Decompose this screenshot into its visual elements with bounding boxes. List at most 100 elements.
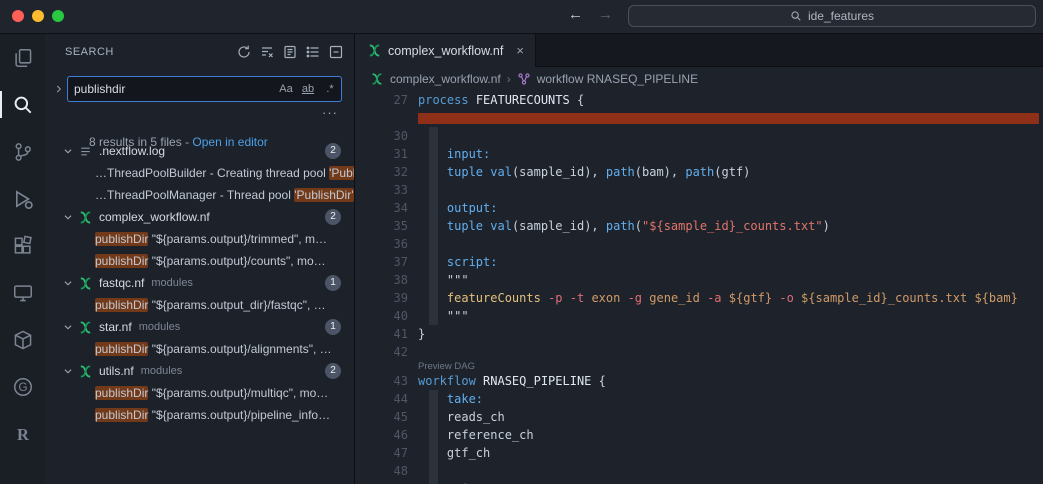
line-number: 45 xyxy=(356,408,408,426)
search-result-file-row[interactable]: fastqc.nfmodules1 xyxy=(45,272,354,294)
line-number: 48 xyxy=(356,462,408,480)
activity-r-tools-icon[interactable]: R xyxy=(0,410,45,457)
code-line: 43workflow RNASEQ_PIPELINE { xyxy=(356,372,1043,390)
clear-search-results-icon[interactable] xyxy=(259,44,275,60)
collapse-all-icon[interactable] xyxy=(328,44,344,60)
file-name: .nextflow.log xyxy=(99,144,165,158)
match-count-badge: 1 xyxy=(325,275,341,291)
minimize-window-button[interactable] xyxy=(32,10,44,22)
tab-label: complex_workflow.nf xyxy=(388,44,503,58)
match-highlight: publishDir xyxy=(95,232,148,246)
toggle-replace-icon[interactable] xyxy=(52,82,66,96)
chevron-down-icon[interactable] xyxy=(61,276,75,290)
activity-run-debug-icon[interactable] xyxy=(0,175,45,222)
sidebar-title: SEARCH xyxy=(65,46,114,58)
regex-toggle[interactable]: .* xyxy=(323,83,337,95)
nextflow-icon xyxy=(78,364,93,379)
search-input-box: Aa ab .* xyxy=(67,76,342,102)
activity-search-icon[interactable] xyxy=(0,81,45,128)
command-center-search[interactable]: ide_features xyxy=(628,5,1036,27)
search-match-row[interactable]: publishDir "${params.output}/multiqc", m… xyxy=(45,382,354,404)
view-as-list-icon[interactable] xyxy=(305,44,321,60)
search-result-file-row[interactable]: complex_workflow.nf2 xyxy=(45,206,354,228)
match-highlight: 'PublishDir' xyxy=(329,166,354,180)
code-line: 42 xyxy=(356,343,1043,361)
chevron-down-icon[interactable] xyxy=(61,320,75,334)
open-new-search-editor-icon[interactable] xyxy=(282,44,298,60)
activity-source-control-icon[interactable] xyxy=(0,128,45,175)
code-line: 31 input: xyxy=(356,145,1043,163)
indent-guide xyxy=(429,199,438,217)
code-line: 49 main: xyxy=(356,480,1043,484)
search-details-toggle[interactable]: ··· xyxy=(322,105,338,120)
code-line: 38 """ xyxy=(356,271,1043,289)
line-number: 37 xyxy=(356,253,408,271)
navigate-forward-icon[interactable]: → xyxy=(598,6,613,23)
titlebar: ← → ide_features xyxy=(0,0,1043,34)
activity-explorer-icon[interactable] xyxy=(0,34,45,81)
breadcrumb-separator: › xyxy=(507,72,511,86)
code-line: 39 featureCounts -p -t exon -g gene_id -… xyxy=(356,289,1043,307)
symbol-workflow-icon xyxy=(517,72,531,86)
line-number: 47 xyxy=(356,444,408,462)
navigate-back-icon[interactable]: ← xyxy=(568,6,583,23)
close-tab-icon[interactable]: × xyxy=(516,43,524,58)
chevron-down-icon[interactable] xyxy=(61,210,75,224)
search-match-row[interactable]: publishDir "${params.output}/pipeline_in… xyxy=(45,404,354,426)
breadcrumb-symbol[interactable]: workflow RNASEQ_PIPELINE xyxy=(537,72,698,86)
search-match-row[interactable]: …ThreadPoolBuilder - Creating thread poo… xyxy=(45,162,354,184)
nextflow-icon xyxy=(78,320,93,335)
match-case-toggle[interactable]: Aa xyxy=(279,83,293,95)
chevron-down-icon[interactable] xyxy=(61,144,75,158)
code-line: 27process FEATURECOUNTS { xyxy=(356,91,1043,109)
activity-gitlens-icon[interactable]: G xyxy=(0,363,45,410)
chevron-down-icon[interactable] xyxy=(61,364,75,378)
match-count-badge: 1 xyxy=(325,319,341,335)
search-match-row[interactable]: …ThreadPoolManager - Thread pool 'Publis… xyxy=(45,184,354,206)
match-highlight: publishDir xyxy=(95,298,148,312)
zoom-window-button[interactable] xyxy=(52,10,64,22)
search-input[interactable] xyxy=(68,82,275,96)
tab-complex-workflow[interactable]: complex_workflow.nf × xyxy=(356,34,536,67)
refresh-icon[interactable] xyxy=(236,44,252,60)
match-highlight: 'PublishDir' xyxy=(294,188,353,202)
search-match-row[interactable]: publishDir "${params.output}/trimmed", m… xyxy=(45,228,354,250)
line-number: 30 xyxy=(356,127,408,145)
match-count-badge: 2 xyxy=(325,143,341,159)
whole-word-toggle[interactable]: ab xyxy=(301,83,315,95)
code-line: 40 """ xyxy=(356,307,1043,325)
search-result-file-row[interactable]: .nextflow.log 2 xyxy=(45,140,354,162)
indent-guide xyxy=(429,307,438,325)
breadcrumb-file[interactable]: complex_workflow.nf xyxy=(390,72,501,86)
tab-bar: complex_workflow.nf × xyxy=(356,34,1043,67)
code-line: 46 reference_ch xyxy=(356,426,1043,444)
search-match-row[interactable]: publishDir "${params.output_dir}/fastqc"… xyxy=(45,294,354,316)
line-number: 40 xyxy=(356,307,408,325)
code-line: 30 xyxy=(356,127,1043,145)
search-result-file-row[interactable]: star.nfmodules1 xyxy=(45,316,354,338)
search-match-row[interactable]: publishDir "${params.output}/counts", mo… xyxy=(45,250,354,272)
folded-match-highlight xyxy=(418,113,1039,124)
activity-bar: G R xyxy=(0,34,45,484)
indent-guide xyxy=(429,181,438,199)
code-line: 44 take: xyxy=(356,390,1043,408)
match-highlight: publishDir xyxy=(95,386,148,400)
file-name: utils.nf xyxy=(99,364,134,378)
activity-package-icon[interactable] xyxy=(0,316,45,363)
nextflow-icon xyxy=(78,210,93,225)
nextflow-icon xyxy=(367,43,382,58)
ide-window: ← → ide_features G R SEARCH xyxy=(0,0,1043,484)
codelens-preview-dag[interactable]: Preview DAG xyxy=(356,361,1043,372)
svg-text:R: R xyxy=(17,425,30,444)
line-number: 36 xyxy=(356,235,408,253)
activity-extensions-icon[interactable] xyxy=(0,222,45,269)
match-count-badge: 2 xyxy=(325,209,341,225)
close-window-button[interactable] xyxy=(12,10,24,22)
search-match-row[interactable]: publishDir "${params.output}/alignments"… xyxy=(45,338,354,360)
search-result-file-row[interactable]: utils.nfmodules2 xyxy=(45,360,354,382)
activity-remote-explorer-icon[interactable] xyxy=(0,269,45,316)
indent-guide xyxy=(429,163,438,181)
line-number: 35 xyxy=(356,217,408,235)
svg-text:G: G xyxy=(18,381,27,394)
indent-guide xyxy=(429,253,438,271)
